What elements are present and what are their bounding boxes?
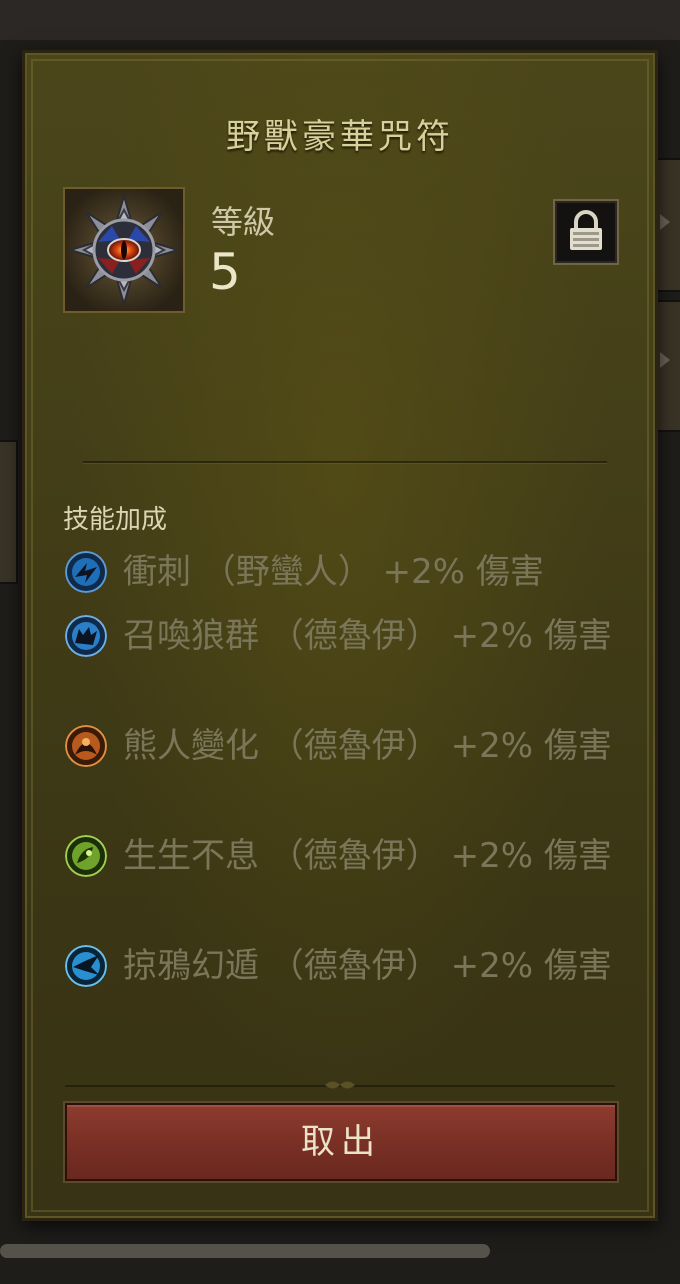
right-arrow-icon	[660, 352, 670, 368]
nature-skill-icon	[65, 835, 107, 877]
background-slot-left	[0, 440, 18, 584]
lock-button[interactable]	[553, 199, 619, 265]
section-divider	[83, 461, 607, 463]
skill-bonus-text: 生生不息 （德魯伊） +2% 傷害	[123, 836, 612, 876]
skill-bonus-text: 掠鴉幻遁 （德魯伊） +2% 傷害	[123, 946, 612, 986]
charm-item-icon[interactable]	[63, 187, 185, 313]
take-out-button[interactable]: 取出	[65, 1103, 617, 1181]
charm-icon	[65, 189, 183, 311]
level-label: 等級	[211, 203, 276, 241]
skill-bonus-heading: 技能加成	[63, 505, 168, 535]
item-detail-panel: 野獸豪華咒符 等級 5 技能加成 衝刺 （野蠻人） +2% 傷害 召喚狼群 （德…	[22, 50, 658, 1221]
werebear-skill-icon	[65, 725, 107, 767]
skill-bonus-text: 衝刺 （野蠻人） +2% 傷害	[123, 552, 544, 592]
level-value: 5	[209, 243, 241, 301]
right-arrow-icon	[660, 214, 670, 230]
horizontal-scrollbar[interactable]	[0, 1244, 490, 1258]
item-title: 野獸豪華咒符	[226, 117, 454, 157]
divider-ornament-icon	[325, 1081, 355, 1089]
skill-bonus-text: 召喚狼群 （德魯伊） +2% 傷害	[123, 616, 612, 656]
wolves-skill-icon	[65, 615, 107, 657]
skill-bonus-text: 熊人變化 （德魯伊） +2% 傷害	[123, 726, 612, 766]
charge-skill-icon	[65, 551, 107, 593]
background-band	[0, 0, 680, 40]
padlock-icon	[570, 210, 602, 250]
raven-skill-icon	[65, 945, 107, 987]
